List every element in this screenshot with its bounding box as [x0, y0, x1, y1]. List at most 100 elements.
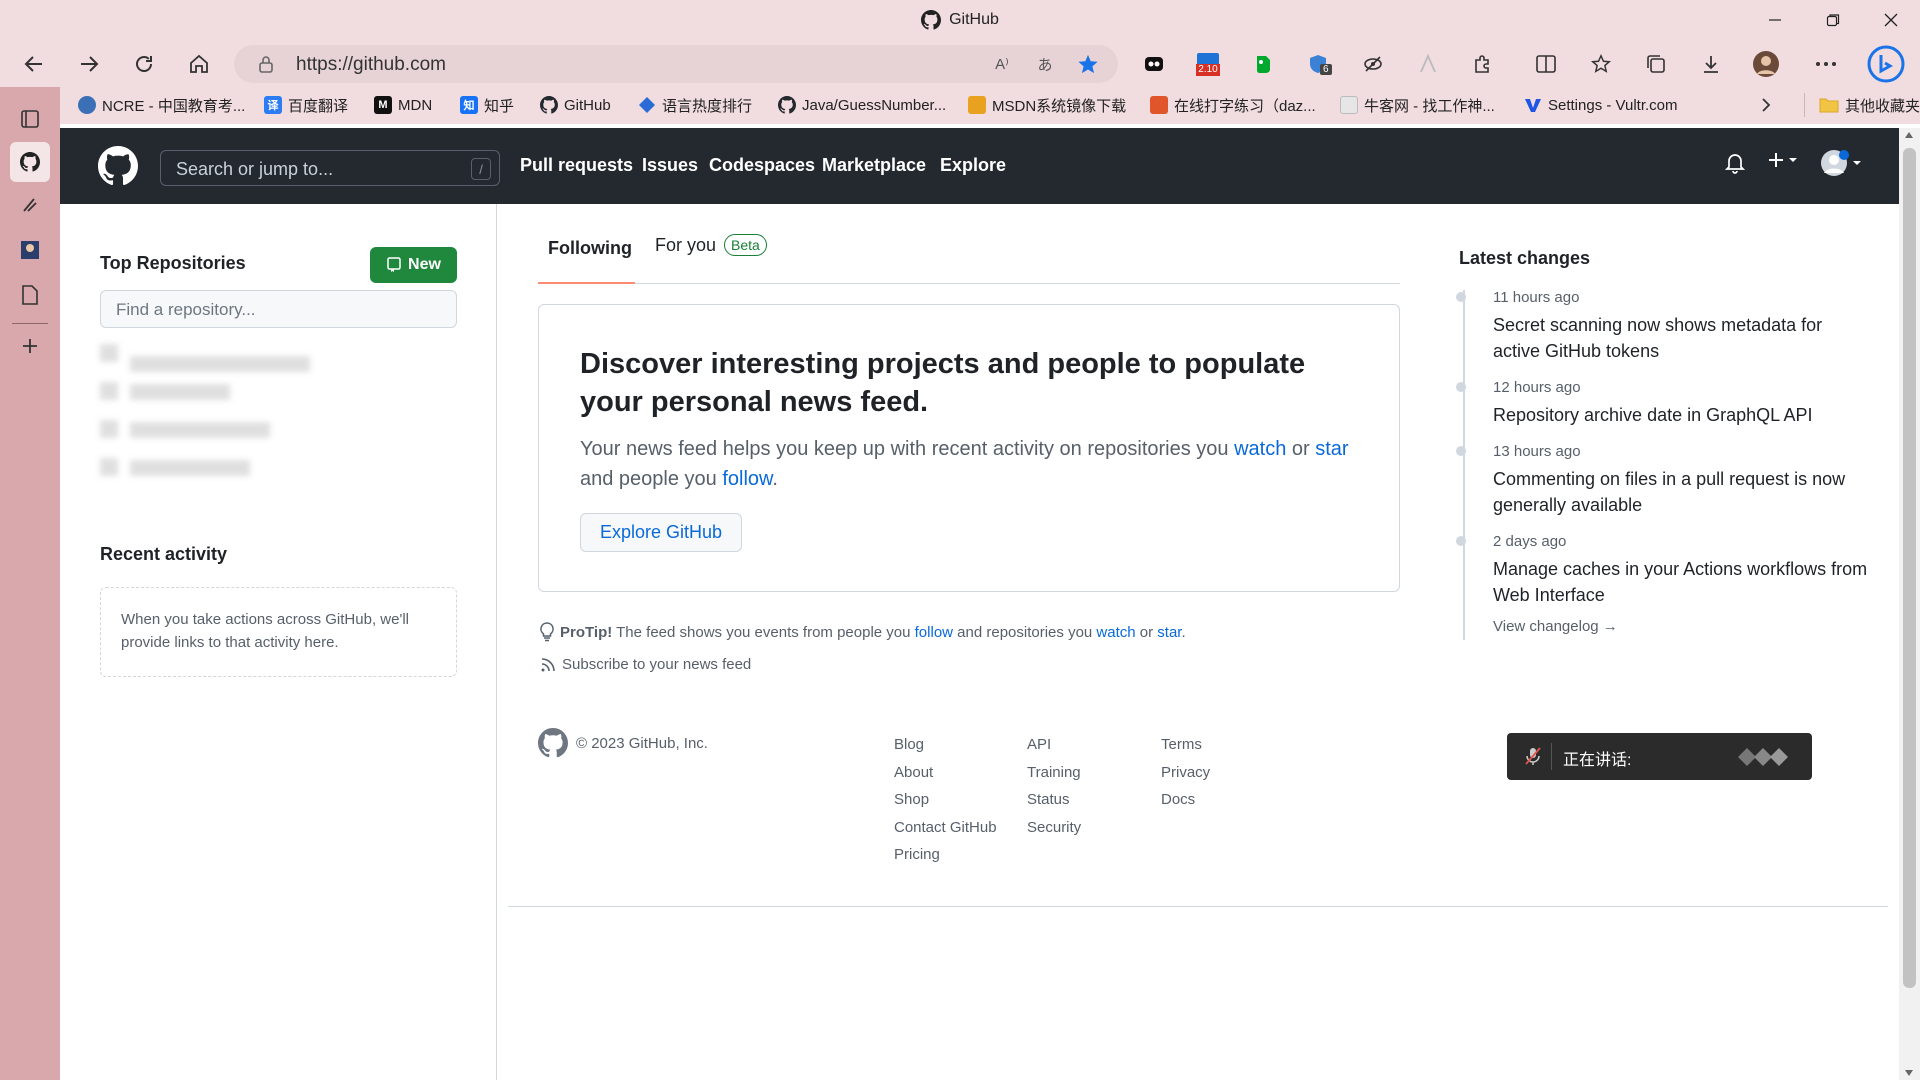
bookmark-msdn[interactable]: MSDN系统镜像下载	[968, 94, 1126, 116]
notifications-bell-icon[interactable]	[1725, 152, 1745, 174]
change-item[interactable]: 2 days ago Manage caches in your Actions…	[1456, 532, 1873, 608]
eye-off-icon[interactable]	[1357, 48, 1389, 80]
change-time: 11 hours ago	[1493, 289, 1580, 306]
lock-icon[interactable]	[258, 55, 274, 73]
font-extension-icon[interactable]	[1412, 48, 1444, 80]
profile-avatar[interactable]	[1750, 48, 1782, 80]
read-aloud-icon[interactable]: A⁾	[990, 52, 1014, 76]
change-title[interactable]: Secret scanning now shows metadata for a…	[1493, 312, 1873, 364]
bing-copilot-icon[interactable]	[1866, 44, 1906, 84]
bookmark-ncre[interactable]: NCRE - 中国教育考...	[78, 94, 245, 116]
add-tab-icon[interactable]	[10, 326, 50, 366]
page-scrollbar[interactable]	[1899, 128, 1920, 1080]
favorite-star-icon[interactable]	[1076, 52, 1100, 76]
extensions-puzzle-icon[interactable]	[1467, 48, 1499, 80]
footer-link-about[interactable]: About	[894, 759, 997, 787]
sidebar-tab-typing[interactable]	[10, 185, 50, 225]
forward-button[interactable]	[71, 46, 107, 82]
bookmark-mdn[interactable]: M MDN	[374, 94, 432, 116]
bookmark-language-ranking[interactable]: 语言热度排行	[638, 94, 752, 116]
change-title[interactable]: Manage caches in your Actions workflows …	[1493, 556, 1873, 608]
subscribe-feed-link[interactable]: Subscribe to your news feed	[540, 656, 751, 673]
footer-link-docs[interactable]: Docs	[1161, 786, 1210, 814]
footer-link-training[interactable]: Training	[1027, 759, 1081, 787]
footer-link-privacy[interactable]: Privacy	[1161, 759, 1210, 787]
microphone-off-icon[interactable]	[1525, 746, 1541, 766]
change-item[interactable]: 13 hours ago Commenting on files in a pu…	[1456, 442, 1873, 518]
extension-video-icon[interactable]: 2.10	[1192, 48, 1224, 80]
sidebar-tab-document[interactable]	[10, 275, 50, 315]
footer-link-pricing[interactable]: Pricing	[894, 841, 997, 869]
home-button[interactable]	[181, 46, 217, 82]
recent-activity-box: When you take actions across GitHub, we'…	[100, 587, 457, 677]
bookmark-typing-practice[interactable]: 在线打字练习（daz...	[1150, 94, 1316, 116]
bookmark-guessnumber[interactable]: Java/GuessNumber...	[778, 94, 946, 116]
translate-icon[interactable]: あ	[1033, 52, 1057, 76]
github-page: Search or jump to... / Pull requests Iss…	[60, 128, 1899, 1080]
follow-link[interactable]: follow	[722, 468, 772, 490]
split-screen-icon[interactable]	[1530, 48, 1562, 80]
bookmark-github[interactable]: GitHub	[540, 94, 611, 116]
speaking-label: 正在讲话:	[1563, 752, 1632, 769]
more-options-icon[interactable]	[1810, 48, 1842, 80]
bookmark-vultr[interactable]: Settings - Vultr.com	[1524, 94, 1678, 116]
footer-link-contact[interactable]: Contact GitHub	[894, 814, 997, 842]
url-bar[interactable]: https://github.com A⁾ あ	[234, 45, 1118, 83]
other-favorites[interactable]: 其他收藏夹	[1804, 93, 1920, 117]
discover-text: .	[772, 468, 778, 490]
extension-mask-icon[interactable]	[1138, 48, 1170, 80]
bookmark-label: GitHub	[564, 96, 611, 114]
scroll-up-arrow-icon[interactable]	[1905, 132, 1913, 138]
change-item[interactable]: 12 hours ago Repository archive date in …	[1456, 378, 1873, 428]
change-title[interactable]: Repository archive date in GraphQL API	[1493, 402, 1873, 428]
restore-button[interactable]	[1804, 0, 1862, 40]
bookmark-baidu-translate[interactable]: 译 百度翻译	[264, 94, 348, 116]
scrollbar-thumb[interactable]	[1903, 148, 1916, 988]
tab-actions-icon[interactable]	[10, 99, 50, 139]
scroll-down-arrow-icon[interactable]	[1905, 1070, 1913, 1076]
minimize-button[interactable]	[1746, 0, 1804, 40]
change-title[interactable]: Commenting on files in a pull request is…	[1493, 466, 1873, 518]
bookmark-zhihu[interactable]: 知 知乎	[460, 94, 514, 116]
github-logo-icon[interactable]	[98, 146, 138, 186]
chevron-right-icon[interactable]	[1760, 94, 1772, 116]
star-link[interactable]: star	[1315, 438, 1348, 460]
sidebar-tab-github[interactable]	[10, 142, 50, 182]
protip-watch-link[interactable]: watch	[1096, 624, 1135, 641]
tab-for-you[interactable]: For you Beta	[655, 234, 767, 256]
footer-link-shop[interactable]: Shop	[894, 786, 997, 814]
watch-link[interactable]: watch	[1234, 438, 1286, 460]
footer-link-api[interactable]: API	[1027, 731, 1081, 759]
collections-icon[interactable]	[1640, 48, 1672, 80]
evernote-icon[interactable]	[1247, 48, 1279, 80]
close-button[interactable]	[1862, 0, 1920, 40]
protip-follow-link[interactable]: follow	[915, 624, 953, 641]
bookmark-nowcoder[interactable]: 牛客网 - 找工作神...	[1340, 94, 1495, 116]
search-input[interactable]: Search or jump to... /	[160, 150, 500, 186]
new-repository-button[interactable]: New	[370, 247, 457, 283]
nav-codespaces[interactable]: Codespaces	[709, 155, 815, 176]
create-new-menu[interactable]	[1766, 150, 1798, 170]
protip-star-link[interactable]: star	[1157, 624, 1181, 641]
footer-link-security[interactable]: Security	[1027, 814, 1081, 842]
footer-link-terms[interactable]: Terms	[1161, 731, 1210, 759]
tab-following[interactable]: Following	[548, 238, 632, 259]
nav-pull-requests[interactable]: Pull requests	[520, 155, 633, 176]
url-text[interactable]: https://github.com	[296, 54, 446, 76]
downloads-icon[interactable]	[1695, 48, 1727, 80]
user-avatar-menu[interactable]	[1820, 148, 1862, 178]
footer-link-status[interactable]: Status	[1027, 786, 1081, 814]
footer-link-blog[interactable]: Blog	[894, 731, 997, 759]
change-item[interactable]: 11 hours ago Secret scanning now shows m…	[1456, 288, 1873, 364]
nav-explore[interactable]: Explore	[940, 155, 1006, 176]
find-repository-input[interactable]: Find a repository...	[100, 290, 457, 328]
nav-marketplace[interactable]: Marketplace	[822, 155, 926, 176]
favorites-icon[interactable]	[1585, 48, 1617, 80]
back-button[interactable]	[16, 46, 52, 82]
view-changelog-link[interactable]: View changelog →	[1493, 618, 1618, 635]
nav-issues[interactable]: Issues	[642, 155, 698, 176]
explore-github-button[interactable]: Explore GitHub	[580, 513, 742, 552]
shield-extension-icon[interactable]: 6	[1302, 48, 1334, 80]
sidebar-tab-image[interactable]	[10, 230, 50, 270]
refresh-button[interactable]	[126, 46, 162, 82]
